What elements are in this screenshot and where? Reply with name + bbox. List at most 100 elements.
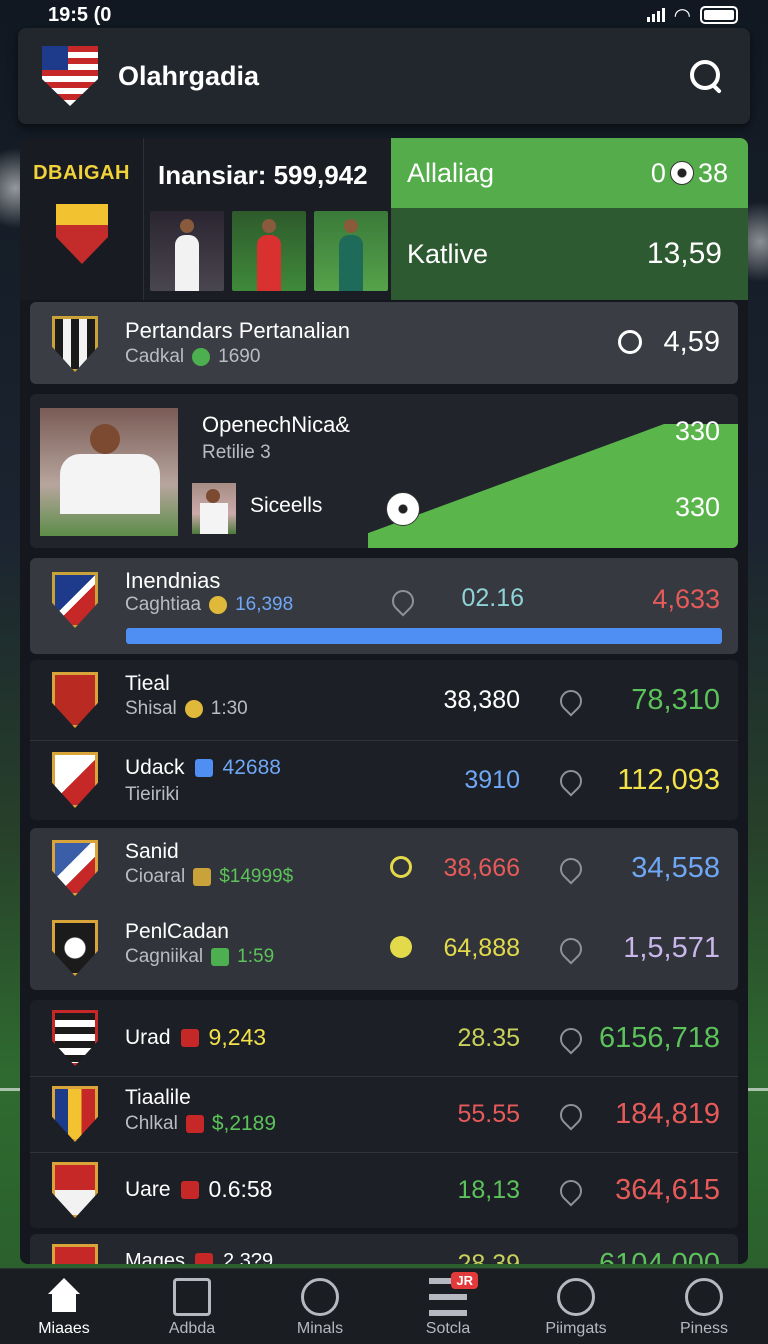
- shield-icon: [193, 868, 212, 886]
- team-sub-value: $,2189: [211, 1112, 277, 1135]
- team-sub: Chlkal $,2189: [125, 1112, 276, 1136]
- ball-icon: [386, 492, 420, 526]
- team-name: Udack: [125, 756, 185, 779]
- shield-icon: [180, 1180, 199, 1199]
- team-crest-icon: [52, 672, 98, 728]
- whistle-icon: [557, 1278, 595, 1316]
- team-sub-label: Cioaral: [125, 866, 186, 887]
- live-value: 13,59: [646, 237, 722, 270]
- app-header: Olahrgadia: [18, 28, 750, 124]
- team-value: 34,558: [631, 852, 720, 884]
- team-mid-value: 55.55: [457, 1100, 520, 1128]
- flag-crest-icon: [42, 46, 98, 106]
- battery-icon: [700, 6, 738, 24]
- promo-label: Siceells: [250, 494, 323, 517]
- nav-label: Adbda: [168, 1320, 216, 1337]
- team-mid-value: 3910: [464, 766, 520, 794]
- nav-sotcla[interactable]: JR Sotcla: [388, 1272, 508, 1338]
- highlight-label: Allaliag: [407, 157, 495, 188]
- live-label: Katlive: [407, 238, 489, 269]
- highlight-value-a: 0: [650, 157, 666, 188]
- progress-bar: [126, 628, 722, 644]
- league-title: DBAIGAH: [33, 162, 130, 184]
- promo-title: OpenechNica&: [202, 412, 350, 437]
- coin-icon: [209, 596, 228, 614]
- match-row[interactable]: Tiaalile Chlkal $,2189 55.55 184,819: [30, 1076, 738, 1152]
- live-box[interactable]: Katlive 13,59: [391, 208, 748, 300]
- team-name: Inendnias: [125, 568, 221, 593]
- home-icon: [45, 1278, 83, 1316]
- favorite-icon[interactable]: [555, 933, 587, 965]
- ring-icon: [301, 1278, 339, 1316]
- nav-piness[interactable]: Piness: [644, 1278, 764, 1338]
- team-name-line: Uare 0.6:58: [125, 1176, 272, 1203]
- favorite-icon[interactable]: [387, 585, 419, 617]
- status-time: 19:5 (0: [48, 3, 112, 26]
- target-icon: [618, 330, 642, 354]
- nav-label: Sotcla: [425, 1320, 471, 1337]
- team-value: 364,615: [615, 1174, 720, 1206]
- favorite-icon[interactable]: [555, 1023, 587, 1055]
- team-value: 112,093: [617, 764, 720, 796]
- match-group-b: Sanid Cioaral $14999$ 38,666 34,558 Penl…: [30, 828, 738, 990]
- player-photo[interactable]: [314, 211, 388, 291]
- match-row[interactable]: Tieal Shisal 1:30 38,380 78,310: [30, 660, 738, 740]
- team-name: PenlCadan: [125, 920, 229, 943]
- highlight-box[interactable]: Allaliag 0 38: [391, 138, 748, 208]
- favorite-icon[interactable]: [555, 765, 587, 797]
- profile-icon: [685, 1278, 723, 1316]
- promo-value-bottom: 330: [674, 492, 720, 522]
- highlight-value-b: 38: [697, 157, 728, 188]
- promo-card[interactable]: OpenechNica& Retilie 3 Siceells 330 330: [30, 394, 738, 548]
- nav-adbda[interactable]: Adbda: [132, 1278, 252, 1338]
- team-mid-value: 18,13: [457, 1176, 520, 1204]
- team-name-line: Urad 9,243: [125, 1024, 266, 1051]
- team-value: 184,819: [615, 1098, 720, 1130]
- insight-total: Inansiar: 599,942: [158, 160, 368, 190]
- favorite-icon[interactable]: [555, 1175, 587, 1207]
- feature-title: Pertandars Pertanalian: [125, 318, 351, 343]
- match-row[interactable]: Uare 0.6:58 18,13 364,615: [30, 1152, 738, 1228]
- app-title: Olahrgadia: [118, 60, 260, 91]
- nav-minals[interactable]: Minals: [260, 1278, 380, 1338]
- favorite-icon[interactable]: [555, 1099, 587, 1131]
- feature-value: 4,59: [663, 326, 720, 358]
- shield-icon: [211, 948, 230, 966]
- team-mid-value: 02.16: [461, 584, 524, 612]
- team-crest-icon: [52, 1244, 98, 1264]
- team-sub-value: 16,398: [235, 594, 294, 615]
- nav-label: Minals: [296, 1320, 344, 1337]
- team-name: Sanid: [125, 840, 179, 863]
- team-name: Tiaalile: [125, 1086, 191, 1109]
- team-sub: Shisal 1:30: [125, 698, 248, 720]
- nav-home[interactable]: Miaaes: [4, 1278, 124, 1338]
- team-mid-value: 28.35: [457, 1024, 520, 1052]
- player-photo[interactable]: [232, 211, 306, 291]
- shield-icon: [195, 1252, 214, 1264]
- team-sub-label: Cagniikal: [125, 946, 204, 967]
- status-bar: 19:5 (0 ◠: [0, 0, 768, 30]
- favorite-icon[interactable]: [555, 853, 587, 885]
- match-row[interactable]: Udack 42688 Tieiriki 3910 112,093: [30, 740, 738, 820]
- nav-piimgats[interactable]: Piimgats: [516, 1278, 636, 1338]
- progress-match-row[interactable]: Inendnias Caghtiaa 16,398 02.16 4,633: [30, 558, 738, 654]
- search-icon[interactable]: [686, 56, 726, 96]
- favorite-icon[interactable]: [555, 685, 587, 717]
- shield-icon: [192, 348, 211, 366]
- team-sub-value: 1:30: [210, 698, 248, 719]
- match-row[interactable]: Mages 2,3?9 28.39 6104,000: [30, 1234, 738, 1264]
- match-row[interactable]: Sanid Cioaral $14999$ 38,666 34,558: [30, 828, 738, 908]
- league-summary-card[interactable]: DBAIGAH Inansiar: 599,942 Allaliag 0 38 …: [20, 138, 748, 300]
- player-photo[interactable]: [150, 211, 224, 291]
- team-crest-icon: [52, 316, 98, 372]
- team-name-line: Mages 2,3?9: [125, 1250, 273, 1264]
- match-group-c: Urad 9,243 28.35 6156,718 Tiaalile Chlka…: [30, 1000, 738, 1228]
- match-row[interactable]: Urad 9,243 28.35 6156,718: [30, 1000, 738, 1076]
- team-sub-value: 1:59: [237, 946, 275, 967]
- team-sub-value: 2,3?9: [223, 1250, 274, 1264]
- feature-match-row[interactable]: Pertandars Pertanalian Cadkal 1690 4,59: [30, 302, 738, 384]
- clock-icon: [390, 936, 412, 958]
- match-row[interactable]: PenlCadan Cagniikal 1:59 64,888 1,5,571: [30, 908, 738, 990]
- team-crest-icon: [52, 572, 98, 628]
- signal-icon: [646, 8, 665, 22]
